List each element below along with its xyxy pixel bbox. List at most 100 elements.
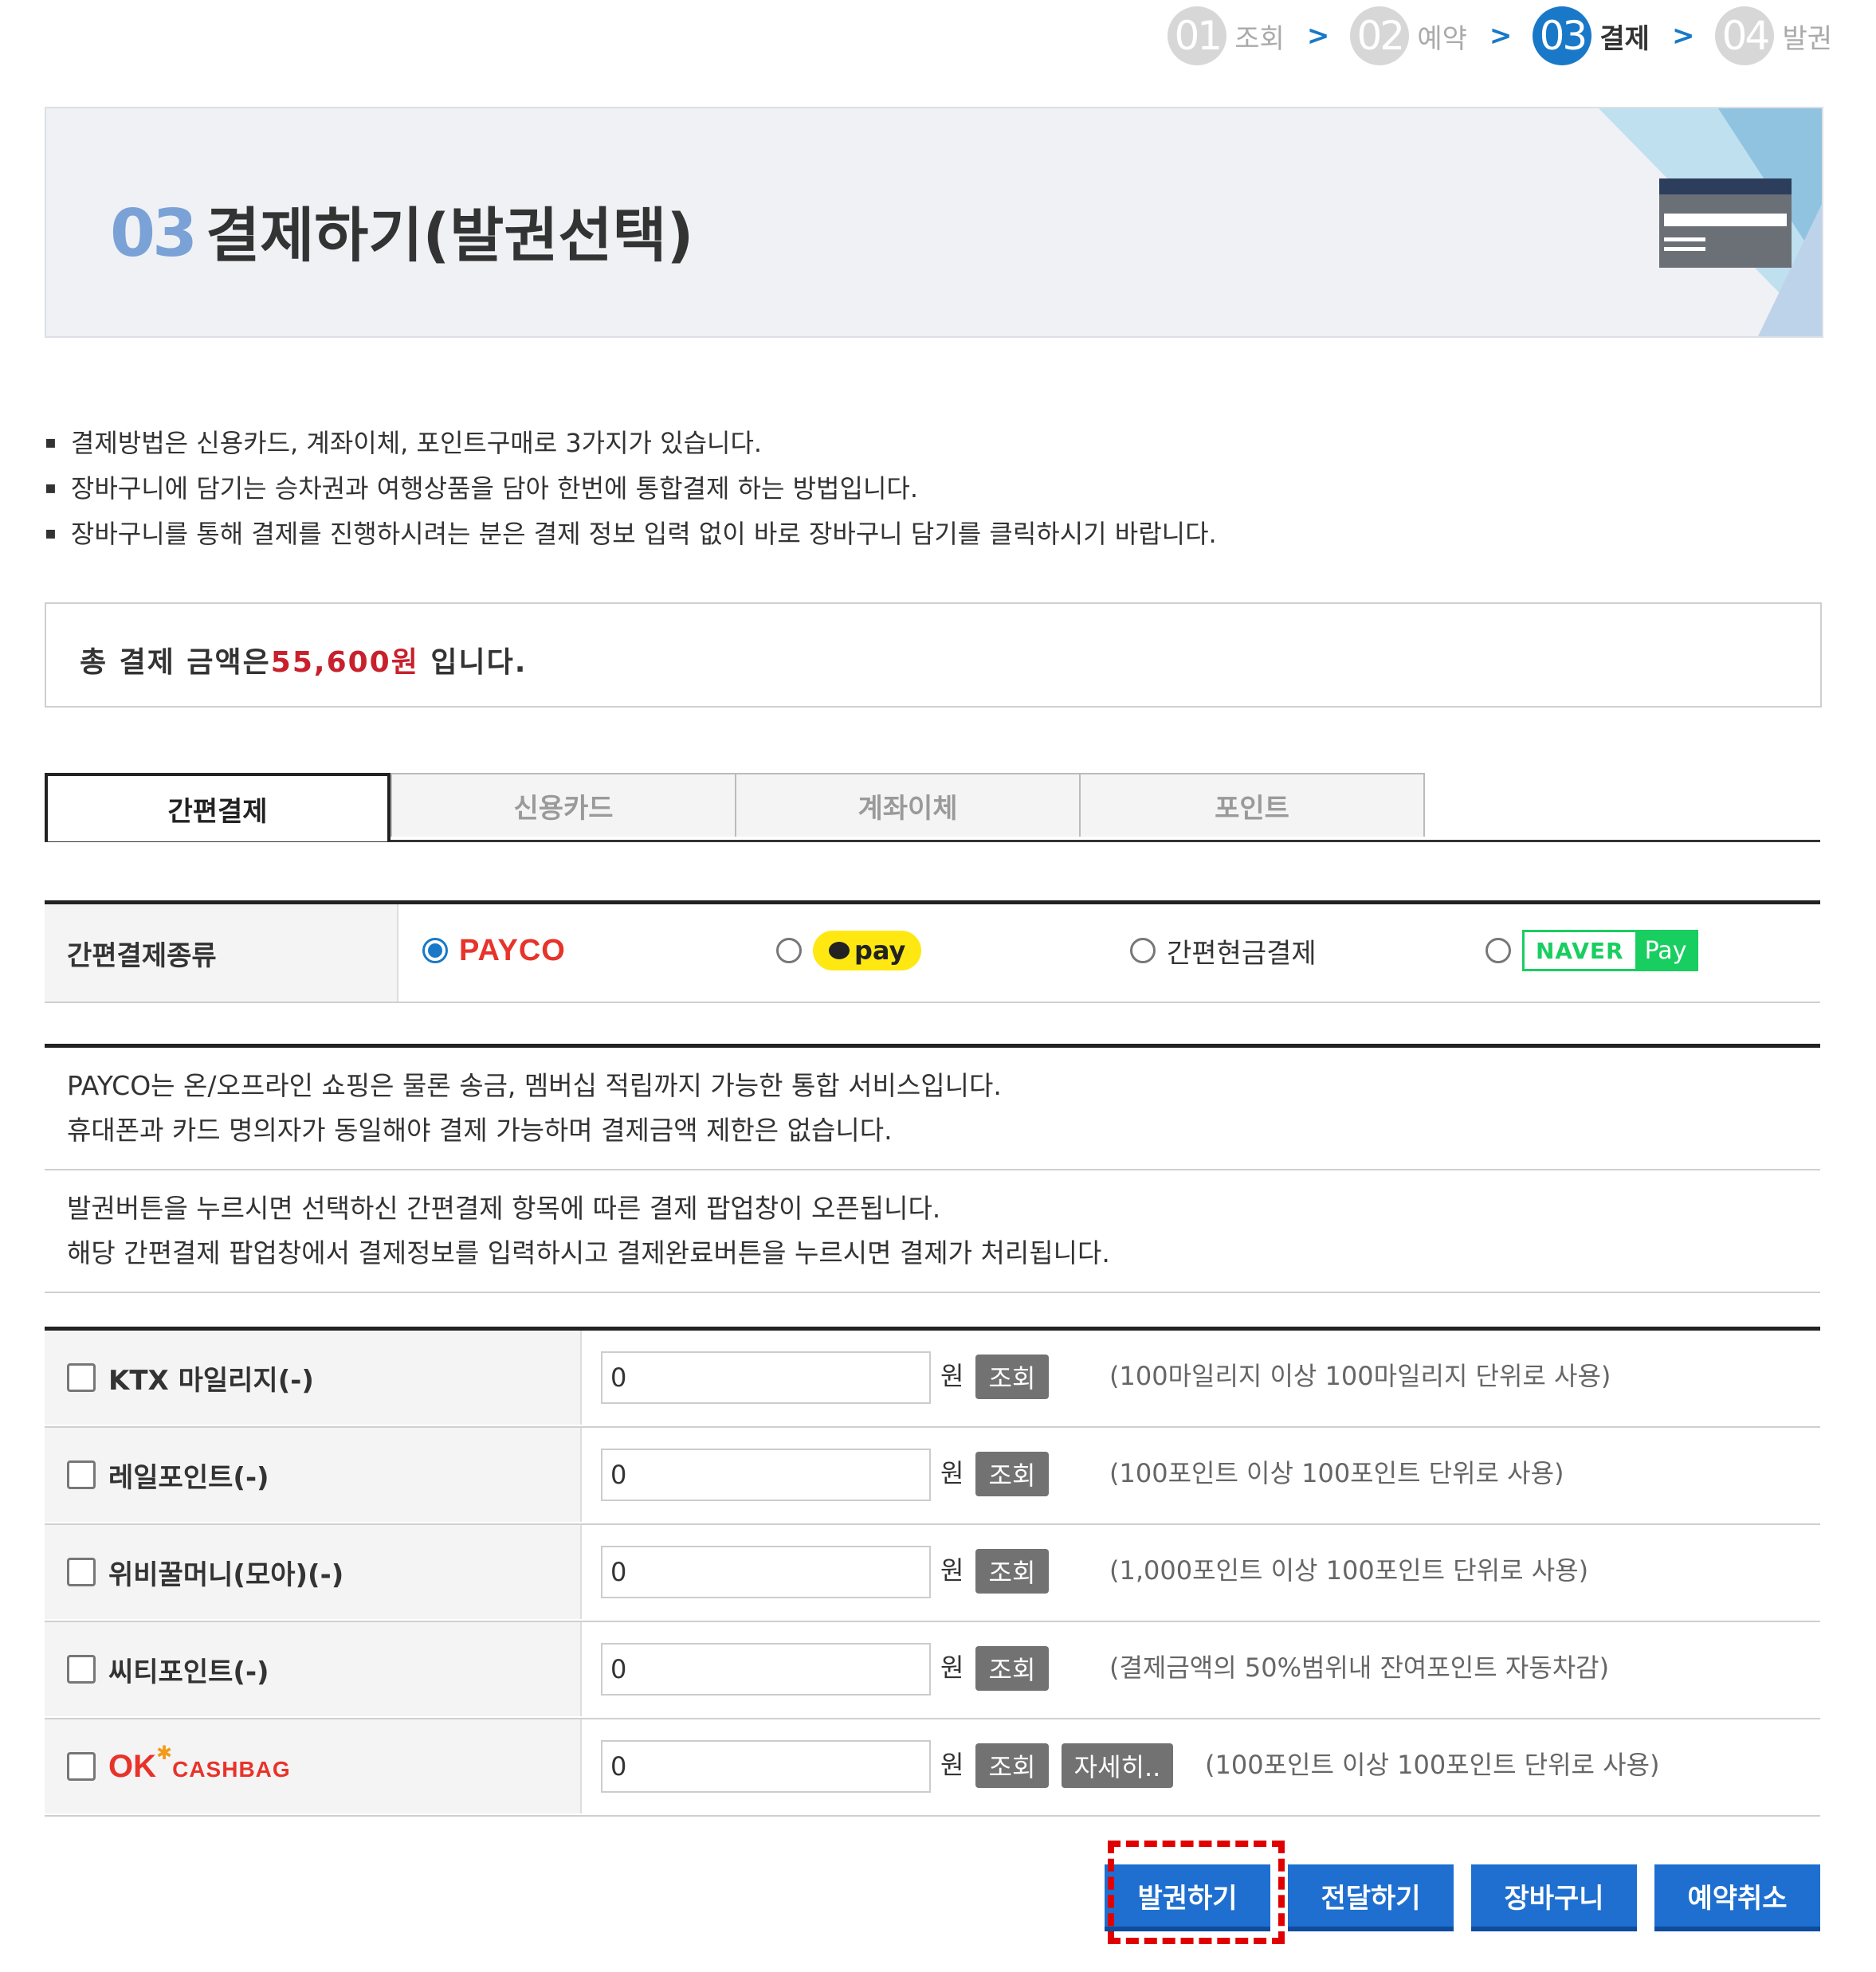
naver-pay-logo-pay: Pay [1635, 932, 1697, 969]
inquire-button[interactable]: 조회 [975, 1549, 1049, 1594]
point-label: 씨티포인트(-) [108, 1656, 269, 1688]
notice-item: 장바구니에 담기는 승차권과 여행상품을 담아 한번에 통합결제 하는 방법입니… [45, 468, 1217, 513]
kakao-pay-text: pay [854, 935, 906, 966]
page-banner: 03 결제하기(발권선택) [45, 107, 1823, 338]
action-buttons: 발권하기 전달하기 장바구니 예약취소 [1105, 1864, 1820, 1931]
kakao-pay-logo: pay [813, 931, 922, 970]
easy-pay-type-label: 간편결제종류 [45, 904, 398, 1002]
currency-unit: 원 [940, 1652, 964, 1683]
point-label-cell: OK ✱ CASHBAG [45, 1719, 582, 1813]
info-block: PAYCO는 온/오프라인 쇼핑은 물론 송금, 멤버십 적립까지 가능한 통합… [45, 1048, 1820, 1170]
naver-pay-option[interactable]: NAVER Pay [1485, 928, 1699, 973]
citi-point-input[interactable] [601, 1643, 931, 1696]
total-suffix: 입니다. [418, 646, 528, 679]
easy-pay-type-row: 간편결제종류 PAYCO pay 간편현금결제 NAVER Pay [45, 900, 1820, 1003]
ok-cashbag-checkbox[interactable] [67, 1752, 96, 1781]
ktx-mileage-input[interactable] [601, 1351, 931, 1404]
point-row-ktx-mileage: KTX 마일리지(-) 원 조회 (100마일리지 이상 100마일리지 단위로… [45, 1331, 1820, 1428]
point-label-cell: KTX 마일리지(-) [45, 1331, 582, 1425]
wibee-money-input[interactable] [601, 1546, 931, 1598]
ok-cashbag-logo-cashbag: CASHBAG [172, 1756, 291, 1782]
point-row-wibee-money: 위비꿀머니(모아)(-) 원 조회 (1,000포인트 이상 100포인트 단위… [45, 1525, 1820, 1622]
payco-option[interactable]: PAYCO [422, 928, 566, 973]
info-block: 발권버튼을 누르시면 선택하신 간편결제 항목에 따른 결제 팝업창이 오픈됩니… [45, 1170, 1820, 1293]
notice-item: 장바구니를 통해 결제를 진행하시려는 분은 결제 정보 입력 없이 바로 장바… [45, 513, 1217, 559]
point-row-ok-cashbag: OK✱CASHBAG 원 조회 자세히.. (100포인트 이상 100포인트 … [45, 1719, 1820, 1817]
step-label: 조회 [1234, 22, 1285, 55]
inquire-button[interactable]: 조회 [975, 1646, 1049, 1691]
total-prefix: 총 결제 금액은 [80, 646, 271, 679]
star-icon: ✱ [156, 1741, 173, 1764]
easy-pay-info: PAYCO는 온/오프라인 쇼핑은 물론 송금, 멤버십 적립까지 가능한 통합… [45, 1044, 1820, 1293]
step-label: 예약 [1417, 22, 1467, 55]
naver-pay-logo-text: NAVER [1525, 932, 1635, 969]
currency-unit: 원 [940, 1458, 964, 1488]
inquire-button[interactable]: 조회 [975, 1452, 1049, 1496]
inquire-button[interactable]: 조회 [975, 1355, 1049, 1399]
chevron-right-icon: > [1671, 20, 1695, 52]
tab-point[interactable]: 포인트 [1079, 773, 1425, 837]
step-issue: 04 발권 [1715, 6, 1832, 65]
rail-point-checkbox[interactable] [67, 1460, 96, 1489]
step-payment: 03 결제 > [1533, 6, 1694, 65]
chevron-right-icon: > [1489, 20, 1513, 52]
ok-cashbag-logo-ok: OK [108, 1748, 156, 1784]
page-title: 03 결제하기(발권선택) [110, 188, 693, 273]
naver-pay-radio[interactable] [1485, 938, 1511, 963]
payment-tabs: 간편결제 신용카드 계좌이체 포인트 [45, 773, 1820, 842]
easy-cash-label: 간편현금결제 [1167, 937, 1317, 970]
tab-easy-pay[interactable]: 간편결제 [45, 773, 391, 841]
point-label-cell: 위비꿀머니(모아)(-) [45, 1525, 582, 1619]
step-label: 발권 [1782, 22, 1832, 55]
issue-ticket-button[interactable]: 발권하기 [1105, 1864, 1270, 1931]
easy-cash-radio[interactable] [1130, 938, 1156, 963]
info-text: 해당 간편결제 팝업창에서 결제정보를 입력하시고 결제완료버튼을 누르시면 결… [67, 1237, 1110, 1268]
tab-credit-card[interactable]: 신용카드 [391, 773, 736, 837]
point-label: 레일포인트(-) [108, 1461, 269, 1494]
point-label-cell: 씨티포인트(-) [45, 1622, 582, 1716]
step-number: 02 [1350, 6, 1410, 65]
easy-cash-option[interactable]: 간편현금결제 [1130, 928, 1317, 973]
currency-unit: 원 [940, 1750, 964, 1780]
payco-radio[interactable] [422, 938, 448, 963]
tab-account-transfer[interactable]: 계좌이체 [735, 773, 1081, 837]
cart-button[interactable]: 장바구니 [1471, 1864, 1637, 1931]
total-amount-text: 총 결제 금액은55,600원 입니다. [80, 639, 527, 680]
info-text: 발권버튼을 누르시면 선택하신 간편결제 항목에 따른 결제 팝업창이 오픈됩니… [67, 1193, 941, 1224]
naver-pay-logo: NAVER Pay [1522, 930, 1699, 971]
notice-item: 결제방법은 신용카드, 계좌이체, 포인트구매로 3가지가 있습니다. [45, 422, 1217, 468]
point-note: (결제금액의 50%범위내 잔여포인트 자동차감) [1109, 1652, 1610, 1683]
progress-steps: 01 조회 > 02 예약 > 03 결제 > 04 발권 [1168, 0, 1832, 72]
step-label: 결제 [1599, 22, 1650, 55]
currency-unit: 원 [940, 1361, 964, 1391]
points-table: KTX 마일리지(-) 원 조회 (100마일리지 이상 100마일리지 단위로… [45, 1327, 1820, 1817]
kakao-pay-option[interactable]: pay [776, 928, 922, 973]
credit-card-icon [1599, 108, 1822, 336]
wibee-money-checkbox[interactable] [67, 1558, 96, 1586]
point-note: (100포인트 이상 100포인트 단위로 사용) [1205, 1750, 1660, 1780]
payco-logo: PAYCO [459, 933, 566, 967]
step-number: 04 [1715, 6, 1775, 65]
details-button[interactable]: 자세히.. [1062, 1743, 1173, 1788]
page-title-number: 03 [110, 196, 198, 272]
cancel-reservation-button[interactable]: 예약취소 [1654, 1864, 1820, 1931]
point-label: KTX 마일리지(-) [108, 1364, 314, 1397]
citi-point-checkbox[interactable] [67, 1655, 96, 1684]
info-text: PAYCO는 온/오프라인 쇼핑은 물론 송금, 멤버십 적립까지 가능한 통합… [67, 1070, 1002, 1101]
step-number: 01 [1168, 6, 1227, 65]
point-label-cell: 레일포인트(-) [45, 1428, 582, 1522]
info-text: 휴대폰과 카드 명의자가 동일해야 결제 가능하며 결제금액 제한은 없습니다. [67, 1115, 893, 1146]
inquire-button[interactable]: 조회 [975, 1743, 1049, 1788]
step-reservation: 02 예약 > [1350, 6, 1512, 65]
forward-button[interactable]: 전달하기 [1288, 1864, 1454, 1931]
point-row-citi-point: 씨티포인트(-) 원 조회 (결제금액의 50%범위내 잔여포인트 자동차감) [45, 1622, 1820, 1719]
kakao-pay-radio[interactable] [776, 938, 802, 963]
point-note: (1,000포인트 이상 100포인트 단위로 사용) [1109, 1555, 1589, 1586]
step-inquiry: 01 조회 > [1168, 6, 1329, 65]
ok-cashbag-input[interactable] [601, 1740, 931, 1793]
point-note: (100포인트 이상 100포인트 단위로 사용) [1109, 1458, 1564, 1488]
rail-point-input[interactable] [601, 1449, 931, 1501]
point-note: (100마일리지 이상 100마일리지 단위로 사용) [1109, 1361, 1611, 1391]
point-row-rail-point: 레일포인트(-) 원 조회 (100포인트 이상 100포인트 단위로 사용) [45, 1428, 1820, 1525]
ktx-mileage-checkbox[interactable] [67, 1363, 96, 1392]
